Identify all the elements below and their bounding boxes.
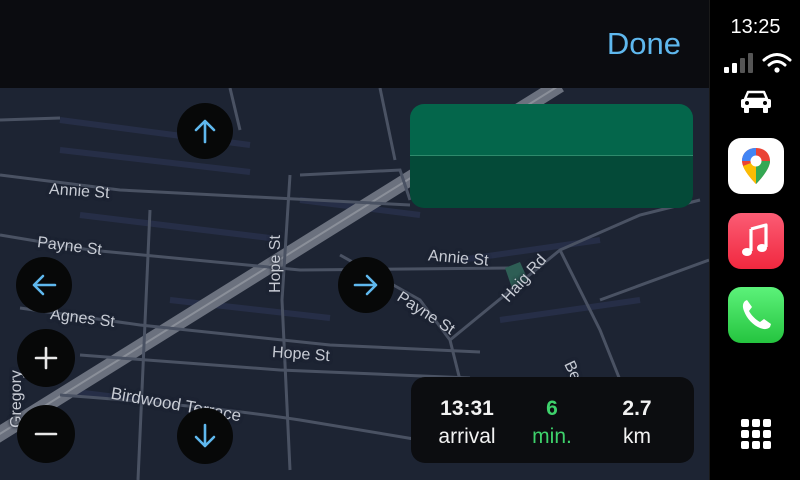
app-grid-icon[interactable] — [740, 418, 772, 450]
music-icon — [742, 223, 768, 256]
street-label: Hope St — [266, 235, 284, 293]
arrival-info: 13:31 arrival — [422, 397, 512, 449]
music-app-icon[interactable] — [728, 213, 784, 269]
duration-label: min. — [532, 425, 572, 448]
minus-icon — [34, 432, 58, 436]
phone-icon — [742, 300, 771, 330]
distance-value: 2.7 — [622, 397, 652, 420]
guidance-card[interactable] — [410, 104, 693, 208]
plus-icon — [34, 346, 58, 370]
guidance-card-top — [410, 104, 693, 155]
arrow-left-icon — [32, 274, 57, 296]
eta-card[interactable]: 13:31 arrival 6 min. 2.7 km — [411, 377, 694, 463]
distance-info: 2.7 km — [592, 397, 682, 449]
signal-icon — [724, 53, 753, 73]
pan-down-button[interactable] — [177, 408, 233, 464]
phone-app-icon[interactable] — [728, 287, 784, 343]
arrow-down-icon — [194, 423, 216, 448]
arrow-right-icon — [353, 274, 378, 296]
done-button[interactable]: Done — [607, 26, 681, 62]
google-maps-app-icon[interactable] — [728, 138, 784, 194]
google-maps-icon — [742, 148, 770, 184]
guidance-card-bottom — [410, 156, 693, 208]
pan-left-button[interactable] — [16, 257, 72, 313]
status-time: 13:25 — [730, 16, 781, 38]
arrow-up-icon — [194, 119, 216, 144]
pan-up-button[interactable] — [177, 103, 233, 159]
zoom-out-button[interactable] — [17, 405, 75, 463]
top-bar: Done — [0, 0, 709, 88]
car-icon — [741, 90, 771, 113]
arrival-time: 13:31 — [440, 397, 494, 420]
wifi-icon — [762, 53, 792, 73]
pan-right-button[interactable] — [338, 257, 394, 313]
zoom-in-button[interactable] — [17, 329, 75, 387]
carplay-sidebar: 13:25 — [709, 0, 800, 480]
status-indicators — [724, 52, 794, 76]
distance-label: km — [623, 425, 651, 448]
duration-info: 6 min. — [507, 397, 597, 449]
arrival-label: arrival — [438, 425, 496, 448]
duration-value: 6 — [546, 397, 558, 420]
